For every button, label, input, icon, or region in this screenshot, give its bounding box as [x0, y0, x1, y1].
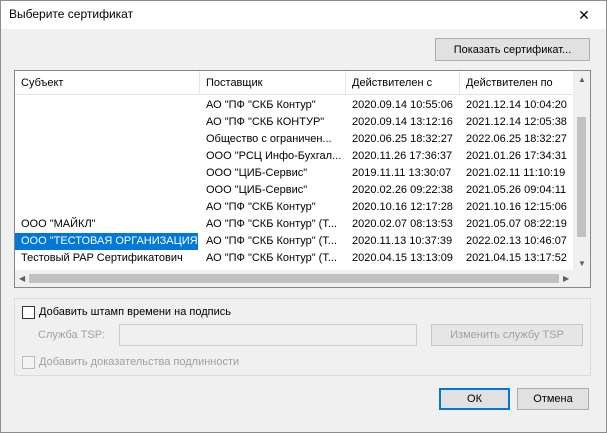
list-header: Субъект Поставщик Действителен с Действи…: [15, 71, 575, 95]
list-rows: АО "ПФ "СКБ Контур" 2020.09.14 10:55:06 20…: [15, 96, 575, 272]
cell-valid-to: 2021.05.07 08:22:19: [466, 218, 567, 230]
cell-issuer: АО "ПФ "СКБ Контур" (Т...: [206, 252, 338, 264]
cell-subject: [15, 182, 198, 199]
add-timestamp-checkbox[interactable]: [22, 306, 35, 319]
ok-button[interactable]: ОК: [439, 388, 510, 410]
add-timestamp-label: Добавить штамп времени на подпись: [39, 306, 231, 318]
close-icon: ✕: [578, 6, 590, 23]
cell-valid-from: 2020.06.25 18:32:27: [352, 133, 453, 145]
table-row[interactable]: АО "ПФ "СКБ Контур" 2020.10.16 12:17:28 20…: [15, 199, 575, 216]
table-row[interactable]: Тестовый PAP Сертификатович АО "ПФ "СКБ К…: [15, 250, 575, 267]
scroll-right-icon[interactable]: ▶: [563, 274, 569, 283]
table-row[interactable]: ООО "ЦИБ-Сервис" 2019.11.11 13:30:07 2021.…: [15, 165, 575, 182]
cell-subject: [15, 97, 198, 114]
close-button[interactable]: ✕: [562, 1, 606, 29]
table-row[interactable]: ООО "МАЙКЛ" АО "ПФ "СКБ Контур" (Т... 2020…: [15, 216, 575, 233]
cell-valid-to: 2022.06.25 18:32:27: [466, 133, 567, 145]
add-proof-checkbox[interactable]: [22, 356, 35, 369]
cell-issuer: АО "ПФ "СКБ Контур": [206, 99, 316, 111]
cell-issuer: АО "ПФ "СКБ Контур": [206, 201, 316, 213]
cell-subject: [15, 148, 198, 165]
horizontal-scrollbar[interactable]: ◀ ▶: [15, 270, 575, 287]
table-row[interactable]: ООО "ЦИБ-Сервис" 2020.02.26 09:22:38 2021.…: [15, 182, 575, 199]
cell-subject: ООО "МАЙКЛ": [21, 218, 96, 230]
horizontal-scroll-thumb[interactable]: [29, 274, 559, 283]
table-row[interactable]: АО "ПФ "СКБ КОНТУР" 2020.09.14 13:12:16 20…: [15, 114, 575, 131]
table-row[interactable]: АО "ПФ "СКБ Контур" 2020.09.14 10:55:06 20…: [15, 97, 575, 114]
cell-issuer: ООО "ЦИБ-Сервис": [206, 184, 308, 196]
cell-valid-to: 2022.02.13 10:46:07: [466, 235, 567, 247]
cell-issuer: АО "ПФ "СКБ КОНТУР": [206, 116, 325, 128]
cell-issuer: АО "ПФ "СКБ Контур" (Т...: [206, 235, 338, 247]
vertical-scroll-thumb[interactable]: [577, 117, 586, 237]
cell-valid-from: 2019.11.11 13:30:07: [352, 167, 452, 179]
cell-subject: [15, 199, 198, 216]
column-header-valid-to[interactable]: Действителен по: [460, 71, 575, 95]
column-header-issuer[interactable]: Поставщик: [200, 71, 346, 95]
cell-subject: ООО "ТЕСТОВАЯ ОРГАНИЗАЦИЯ...: [15, 233, 198, 250]
scroll-corner: [573, 270, 590, 287]
window-title: Выберите сертификат: [9, 7, 134, 21]
scroll-up-icon[interactable]: ▲: [578, 75, 586, 84]
title-bar: Выберите сертификат ✕: [1, 1, 606, 29]
table-row[interactable]: Общество с ограничен... 2020.06.25 18:32:…: [15, 131, 575, 148]
cancel-button[interactable]: Отмена: [517, 388, 589, 410]
cell-valid-to: 2021.01.26 17:34:31: [466, 150, 567, 162]
certificate-dialog: Выберите сертификат ✕ Показать сертифика…: [0, 0, 607, 433]
column-header-valid-from[interactable]: Действителен с: [346, 71, 460, 95]
cell-valid-to: 2021.05.26 09:04:11: [466, 184, 567, 196]
cell-valid-from: 2020.11.26 17:36:37: [352, 150, 453, 162]
cell-valid-to: 2021.04.15 13:17:52: [466, 252, 567, 264]
cell-valid-from: 2020.04.15 13:13:09: [352, 252, 453, 264]
cell-valid-from: 2020.02.26 09:22:38: [352, 184, 453, 196]
cell-valid-to: 2021.10.16 12:15:06: [466, 201, 567, 213]
show-certificate-button[interactable]: Показать сертификат...: [435, 38, 590, 61]
cell-issuer: ООО "РСЦ Инфо-Бухгал...: [206, 150, 342, 162]
column-header-subject[interactable]: Субъект: [15, 71, 200, 95]
cell-issuer: АО "ПФ "СКБ Контур" (Т...: [206, 218, 338, 230]
cell-valid-from: 2020.09.14 10:55:06: [352, 99, 453, 111]
cell-valid-from: 2020.09.14 13:12:16: [352, 116, 453, 128]
tsp-service-label: Служба TSP:: [38, 329, 106, 341]
cell-issuer: Общество с ограничен...: [206, 133, 332, 145]
add-proof-label: Добавить доказательства подлинности: [39, 356, 240, 368]
cell-subject: [15, 131, 198, 148]
table-row[interactable]: ООО "РСЦ Инфо-Бухгал... 2020.11.26 17:36:…: [15, 148, 575, 165]
cell-valid-from: 2020.10.16 12:17:28: [352, 201, 453, 213]
cell-issuer: ООО "ЦИБ-Сервис": [206, 167, 308, 179]
cell-valid-to: 2021.12.14 10:04:20: [466, 99, 567, 111]
cell-valid-to: 2021.12.14 12:05:38: [466, 116, 567, 128]
scroll-left-icon[interactable]: ◀: [19, 274, 25, 283]
cell-subject: [15, 114, 198, 131]
cell-valid-to: 2021.02.11 11:10:19: [466, 167, 566, 179]
scroll-down-icon[interactable]: ▼: [578, 259, 586, 268]
tsp-service-input[interactable]: [119, 324, 417, 346]
certificate-list[interactable]: Субъект Поставщик Действителен с Действи…: [14, 70, 591, 288]
cell-subject: [15, 165, 198, 182]
vertical-scrollbar[interactable]: ▲ ▼: [573, 71, 590, 271]
cell-valid-from: 2020.02.07 08:13:53: [352, 218, 453, 230]
cell-subject: Тестовый PAP Сертификатович: [21, 252, 183, 264]
cell-valid-from: 2020.11.13 10:37:39: [352, 235, 453, 247]
change-tsp-button[interactable]: Изменить службу TSP: [431, 324, 583, 346]
table-row[interactable]: ООО "ТЕСТОВАЯ ОРГАНИЗАЦИЯ... АО "ПФ "СКБ …: [15, 233, 575, 250]
